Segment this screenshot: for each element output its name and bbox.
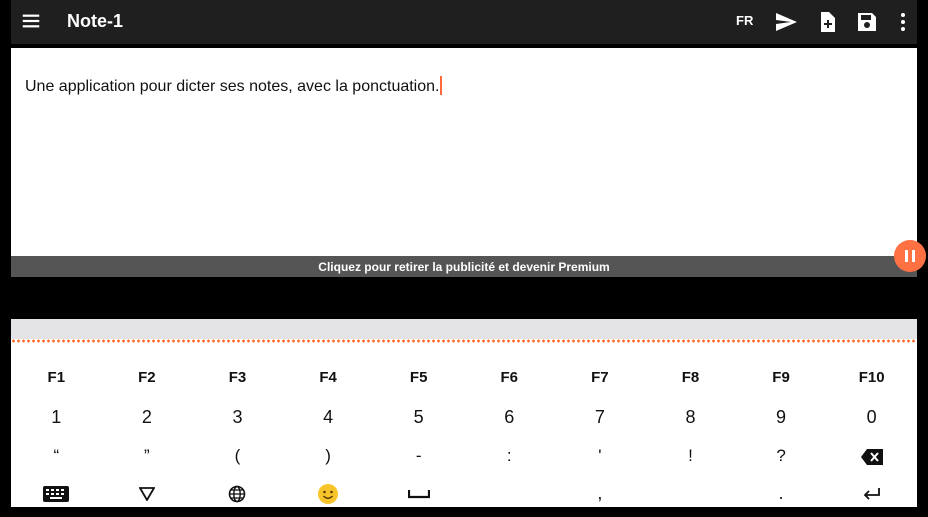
key-space[interactable] bbox=[373, 477, 464, 509]
key-f10[interactable]: F10 bbox=[826, 362, 917, 394]
key-hide-keyboard[interactable] bbox=[102, 477, 193, 509]
key-f6[interactable]: F6 bbox=[464, 362, 555, 394]
key-f2[interactable]: F2 bbox=[102, 362, 193, 394]
key-keyboard-switch[interactable] bbox=[11, 477, 102, 509]
key-period[interactable]: . bbox=[736, 477, 827, 509]
key-exclamation[interactable]: ! bbox=[645, 440, 736, 472]
key-0[interactable]: 0 bbox=[826, 401, 917, 433]
language-button[interactable]: FR bbox=[736, 13, 753, 28]
key-apostrophe[interactable]: ' bbox=[555, 440, 646, 472]
key-2[interactable]: 2 bbox=[102, 401, 193, 433]
key-f3[interactable]: F3 bbox=[192, 362, 283, 394]
key-f8[interactable]: F8 bbox=[645, 362, 736, 394]
key-f4[interactable]: F4 bbox=[283, 362, 374, 394]
save-icon[interactable] bbox=[855, 10, 879, 34]
key-5[interactable]: 5 bbox=[373, 401, 464, 433]
key-7[interactable]: 7 bbox=[555, 401, 646, 433]
key-9[interactable]: 9 bbox=[736, 401, 827, 433]
keyboard-icon bbox=[43, 486, 70, 503]
premium-ad-banner[interactable]: Cliquez pour retirer la publicité et dev… bbox=[11, 256, 917, 277]
globe-icon bbox=[229, 485, 246, 503]
key-f7[interactable]: F7 bbox=[555, 362, 646, 394]
app-bar: Note-1 FR bbox=[11, 0, 917, 44]
dictation-progress-dots bbox=[11, 339, 917, 343]
key-open-paren[interactable]: ( bbox=[192, 440, 283, 472]
pause-dictation-button[interactable] bbox=[894, 240, 926, 272]
key-blank[interactable] bbox=[464, 477, 555, 509]
pause-icon bbox=[905, 250, 908, 262]
enter-icon bbox=[863, 488, 880, 500]
key-enter[interactable] bbox=[826, 477, 917, 509]
keyboard: F1 F2 F3 F4 F5 F6 F7 F8 F9 F10 1 2 3 4 5… bbox=[11, 319, 917, 507]
key-close-paren[interactable]: ) bbox=[283, 440, 374, 472]
send-icon[interactable] bbox=[774, 10, 798, 34]
key-question[interactable]: ? bbox=[736, 440, 827, 472]
key-comma[interactable]: , bbox=[555, 477, 646, 509]
space-icon bbox=[407, 490, 430, 499]
hide-keyboard-icon bbox=[138, 487, 156, 503]
note-editor[interactable]: Une application pour dicter ses notes, a… bbox=[11, 48, 917, 256]
note-text: Une application pour dicter ses notes, a… bbox=[25, 78, 440, 95]
key-4[interactable]: 4 bbox=[283, 401, 374, 433]
key-blank-2[interactable] bbox=[645, 477, 736, 509]
more-vert-icon[interactable] bbox=[891, 10, 915, 34]
key-f1[interactable]: F1 bbox=[11, 362, 102, 394]
new-note-icon[interactable] bbox=[815, 10, 839, 34]
number-key-row: 1 2 3 4 5 6 7 8 9 0 bbox=[11, 401, 917, 433]
function-key-row: F1 F2 F3 F4 F5 F6 F7 F8 F9 F10 bbox=[11, 362, 917, 394]
key-6[interactable]: 6 bbox=[464, 401, 555, 433]
key-emoji[interactable] bbox=[283, 477, 374, 509]
key-colon[interactable]: : bbox=[464, 440, 555, 472]
symbol-key-row: “ ” ( ) - : ' ! ? bbox=[11, 440, 917, 472]
text-caret bbox=[440, 76, 443, 95]
menu-icon[interactable] bbox=[20, 10, 42, 32]
backspace-icon bbox=[860, 448, 883, 465]
bottom-key-row: , . bbox=[11, 477, 917, 509]
key-f5[interactable]: F5 bbox=[373, 362, 464, 394]
note-text-line[interactable]: Une application pour dicter ses notes, a… bbox=[25, 76, 443, 96]
key-language[interactable] bbox=[192, 477, 283, 509]
key-f9[interactable]: F9 bbox=[736, 362, 827, 394]
key-dash[interactable]: - bbox=[373, 440, 464, 472]
suggestion-strip bbox=[11, 319, 917, 339]
emoji-icon bbox=[318, 484, 339, 505]
key-8[interactable]: 8 bbox=[645, 401, 736, 433]
key-1[interactable]: 1 bbox=[11, 401, 102, 433]
key-3[interactable]: 3 bbox=[192, 401, 283, 433]
key-open-quote[interactable]: “ bbox=[11, 440, 102, 472]
note-title: Note-1 bbox=[67, 11, 124, 31]
key-backspace[interactable] bbox=[826, 440, 917, 472]
key-close-quote[interactable]: ” bbox=[102, 440, 193, 472]
